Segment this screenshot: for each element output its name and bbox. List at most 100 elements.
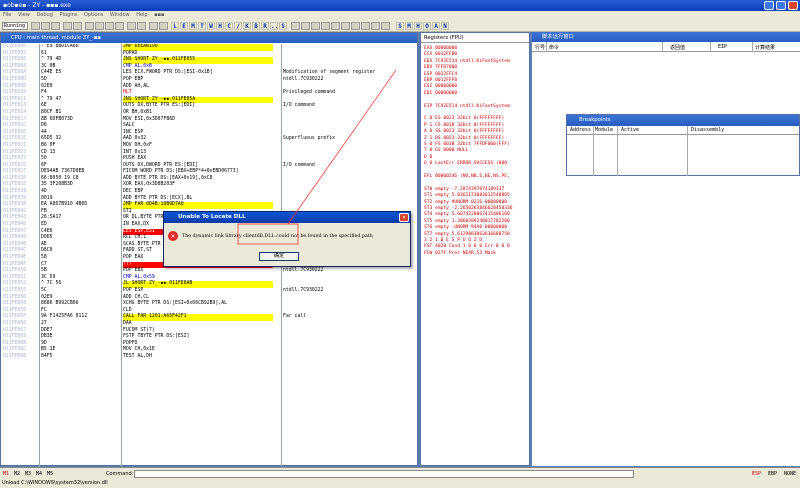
col-line[interactable]: 行号 (535, 44, 545, 51)
register-line[interactable]: ST7 empty 5.6129883063636680758 (424, 232, 510, 237)
tb-letter-r[interactable]: R (261, 22, 269, 30)
disasm-row[interactable]: 011FE06C B5 1E MOV CH,0x1E (1, 347, 419, 354)
close-button[interactable] (788, 1, 798, 10)
tb-letter-t[interactable]: T (198, 22, 206, 30)
menu-file[interactable]: File (3, 12, 11, 18)
step-into-button[interactable] (85, 22, 94, 30)
plugin-button-6[interactable] (361, 22, 370, 30)
script-window[interactable]: 脚本运行窗口 行号 命令 返回值 EIP 计算结果 (532, 32, 800, 466)
menu-debug[interactable]: Debug (36, 12, 52, 18)
execute-till-return-button[interactable] (127, 22, 136, 30)
register-line[interactable]: ST5 empty 1.3860399248017782280 (424, 219, 510, 224)
dialog-title[interactable]: Unable To Locate DLL (164, 212, 410, 223)
disasm-row[interactable]: 011FE058 8686 B992CB66 XCHG BYTE PTR DS:[E… (1, 301, 419, 308)
disasm-row[interactable]: 011FE023 CD 13 INT 0x13 (1, 150, 419, 157)
tb-letter-w[interactable]: W (207, 22, 215, 30)
plugin-button-3[interactable] (331, 22, 340, 30)
register-line[interactable]: P 1 CS 001B 32bit 0(FFFFFFFF) (424, 123, 504, 128)
pause-button[interactable] (73, 22, 82, 30)
tb-letter2-o[interactable]: O (423, 22, 431, 30)
tb-letter2-a[interactable]: A (432, 22, 440, 30)
register-line[interactable]: C 0 ES 0023 32bit 0(FFFFFFFF) (424, 116, 504, 121)
register-line[interactable]: ESI 00000000 (424, 84, 457, 89)
col-address[interactable]: Address (570, 127, 591, 133)
disasm-row[interactable]: 011FE00A C44E E5 LES ECX,FWORD PTR DS:[ESI… (1, 70, 419, 77)
register-line[interactable]: T 0 GS 0000 NULL (424, 148, 468, 153)
menu-window[interactable]: Window (110, 12, 130, 18)
register-line[interactable]: EAX 00000000 (424, 46, 457, 51)
col-active[interactable]: Active (621, 127, 639, 133)
register-line[interactable]: FCW 027F Prec NEAR,53 Mask (424, 251, 496, 256)
menu-extra[interactable]: ▪▪▪ (154, 12, 164, 18)
tb-letter-h[interactable]: H (216, 22, 224, 30)
disasm-row[interactable]: 011FE01E 65D5 32 AAD 0x32 Superfluous prefi… (1, 136, 419, 143)
disasm-row[interactable]: 011FE053 ^ 7C 56 JL SHORT ZY_-▪▪.011FE0AB (1, 281, 419, 288)
mem-tab-m3[interactable]: M3 (25, 471, 31, 477)
patch-button[interactable] (159, 22, 168, 30)
tb-letter-e[interactable]: E (180, 22, 188, 30)
col-return[interactable]: 返回值 (670, 44, 685, 51)
none-toggle[interactable]: NONE (784, 471, 796, 477)
register-line[interactable]: Z 1 DS 0023 32bit 0(FFFFFFFF) (424, 136, 504, 141)
tb-letter-m[interactable]: M (189, 22, 197, 30)
disasm-row[interactable]: 011FE00D 5D POP EBP ntdll.7C930222 (1, 77, 419, 84)
disasm-row[interactable]: 011FE069 DB3E FSTP TBYTE PTR DS:[ESI] (1, 334, 419, 341)
register-line[interactable]: ST3 empty -2.2650263846628450336 (424, 206, 513, 211)
tb-letter-k[interactable]: K (243, 22, 251, 30)
mem-tab-m4[interactable]: M4 (36, 471, 42, 477)
script-list[interactable]: 行号 命令 返回值 EIP 计算结果 (532, 42, 800, 466)
registers-pane[interactable]: Registers (FPU) EAX 00000000 ECX 0012FFB0… (420, 32, 530, 466)
script-window-title[interactable]: 脚本运行窗口 (532, 32, 800, 42)
maximize-button[interactable] (776, 1, 786, 10)
register-line[interactable]: ST1 empty 5.0361173083632548865 (424, 193, 510, 198)
goto-button[interactable] (137, 22, 146, 30)
open-button[interactable] (31, 22, 40, 30)
breakpoints-window[interactable]: Breakpoints Address Module Active Disass… (566, 114, 800, 176)
breakpoint-button[interactable] (149, 22, 158, 30)
ok-button[interactable]: 确定 (259, 252, 299, 261)
breakpoints-title[interactable]: Breakpoints (567, 115, 799, 126)
help-button[interactable] (301, 22, 310, 30)
menu-view[interactable]: View (18, 12, 30, 18)
plugin-button-8[interactable] (381, 22, 390, 30)
col-module[interactable]: Module (595, 127, 613, 133)
options-button[interactable] (291, 22, 300, 30)
register-line[interactable]: 3 2 1 0 E S P U O Z D (424, 238, 482, 243)
disasm-row[interactable]: 011FE05F 9A F1425FA6 0112 CALL FAR 1201:A6… (1, 314, 419, 321)
tb-letter-s[interactable]: S (279, 22, 287, 30)
ebp-toggle[interactable]: EBP (768, 471, 777, 477)
disasm-row[interactable]: 011FE01D 44 INC ESP (1, 130, 419, 137)
register-line[interactable]: O 0 LastErr ERROR_SUCCESS (000 (424, 161, 507, 166)
close-file-button[interactable] (51, 22, 60, 30)
plugin-button-2[interactable] (321, 22, 330, 30)
menu-plugins[interactable]: Plugins (59, 12, 77, 18)
mem-tab-m1[interactable]: M1 (3, 471, 9, 477)
tb-letter2-m[interactable]: M (405, 22, 413, 30)
tb-letter-dots[interactable]: ... (270, 22, 282, 30)
register-line[interactable]: EBP 0012FFF0 (424, 78, 457, 83)
disasm-row[interactable]: 011FE051 3C 59 CMP AL,0x59 (1, 275, 419, 282)
plugin-button-5[interactable] (351, 22, 360, 30)
tb-letter2-n[interactable]: N (441, 22, 449, 30)
disasm-row[interactable]: 011FE033 35 3F208B3D XOR EAX,0x3D8B203F (1, 182, 419, 189)
tb-letter2-s[interactable]: S (396, 22, 404, 30)
disasm-row[interactable]: 011FE011 ^ 79 47 JNS SHORT ZY_-▪▪.011FE05A (1, 96, 419, 104)
cpu-window-title[interactable]: CPU - main thread, module ZY_-▪▪ (1, 33, 417, 43)
disasm-row[interactable]: 011FE014 80CF B1 OR BH,0xB1 (1, 110, 419, 117)
register-line[interactable]: ESP 0012FFC4 (424, 72, 457, 77)
mem-tab-m5[interactable]: M5 (47, 471, 53, 477)
register-line[interactable]: ST0 empty -7.2874397074189137 (424, 187, 504, 192)
disasm-row[interactable]: 011FE038 4D DEC EBP (1, 189, 419, 196)
plugin-button-4[interactable] (341, 22, 350, 30)
run-button[interactable] (63, 22, 72, 30)
register-line[interactable]: D 0 (424, 155, 432, 160)
disasm-row[interactable]: 011FE017 8B 6DFB073D MOV ESI,0x3D07FB6D (1, 117, 419, 124)
register-line[interactable]: EIP 7C92E514 ntdll.KiFastSystem (424, 104, 510, 109)
tb-letter-slash[interactable]: / (234, 22, 242, 30)
tb-letter2-h[interactable]: H (414, 22, 422, 30)
tb-letter-b[interactable]: B (252, 22, 260, 30)
step-over-button[interactable] (95, 22, 104, 30)
disasm-row[interactable]: 011FE027 DE94AB 7367D0EB FICOM WORD PTR DS… (1, 169, 419, 176)
minimize-button[interactable] (764, 1, 774, 10)
col-disassembly[interactable]: Disassembly (691, 127, 724, 133)
